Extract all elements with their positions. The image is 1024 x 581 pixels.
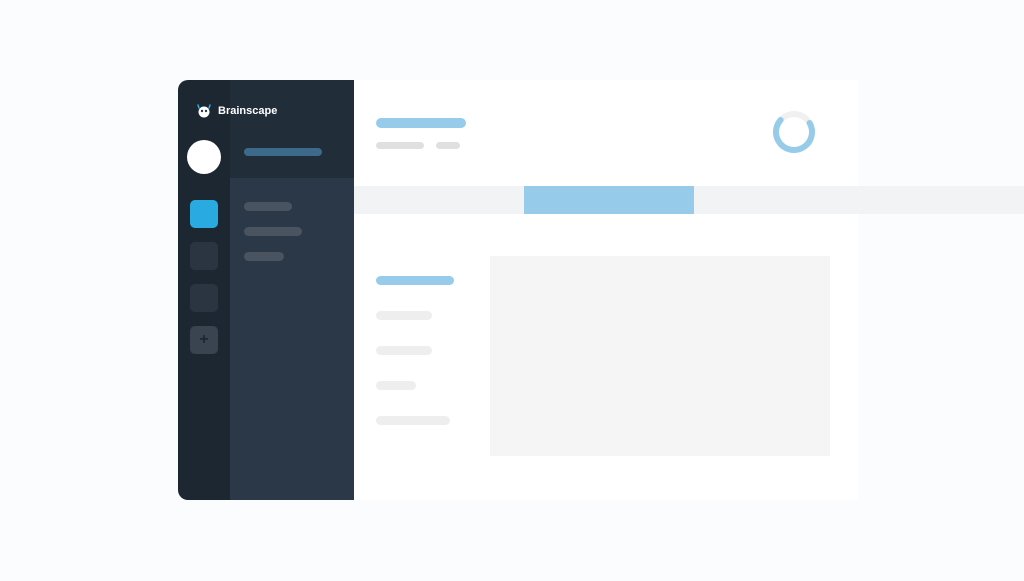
sidebar-panel [230, 80, 354, 500]
tab-1[interactable] [354, 186, 524, 214]
page-meta [376, 142, 466, 149]
page-header [376, 118, 466, 149]
nav-tile-1[interactable] [190, 200, 218, 228]
tabs-bar [354, 186, 1024, 214]
progress-ring [770, 108, 818, 161]
tab-2[interactable] [524, 186, 694, 214]
list-item[interactable] [376, 381, 416, 390]
sidebar-item[interactable] [244, 252, 284, 261]
add-button[interactable]: + [190, 326, 218, 354]
section-title [376, 276, 454, 285]
list-item[interactable] [376, 346, 432, 355]
tab-4[interactable] [864, 186, 1024, 214]
app-window: Brainscape + [178, 80, 858, 500]
sidebar-rail: + [178, 80, 230, 500]
avatar[interactable] [187, 140, 221, 174]
meta-text [376, 142, 424, 149]
tab-3[interactable] [694, 186, 864, 214]
brainscape-logo-icon [196, 103, 212, 119]
plus-icon: + [199, 331, 208, 349]
sidebar-header-item[interactable] [244, 148, 322, 156]
meta-text [436, 142, 460, 149]
content-list [376, 311, 454, 425]
brand-name: Brainscape [218, 105, 277, 117]
sidebar-item[interactable] [244, 227, 302, 236]
content-section [376, 276, 454, 425]
nav-tile-2[interactable] [190, 242, 218, 270]
content-panel [490, 256, 830, 456]
sidebar-item[interactable] [244, 202, 292, 211]
page-title [376, 118, 466, 128]
brand-logo[interactable]: Brainscape [186, 94, 277, 128]
main-content [354, 80, 858, 500]
list-item[interactable] [376, 311, 432, 320]
sidebar-list [230, 178, 354, 285]
nav-tile-3[interactable] [190, 284, 218, 312]
list-item[interactable] [376, 416, 450, 425]
